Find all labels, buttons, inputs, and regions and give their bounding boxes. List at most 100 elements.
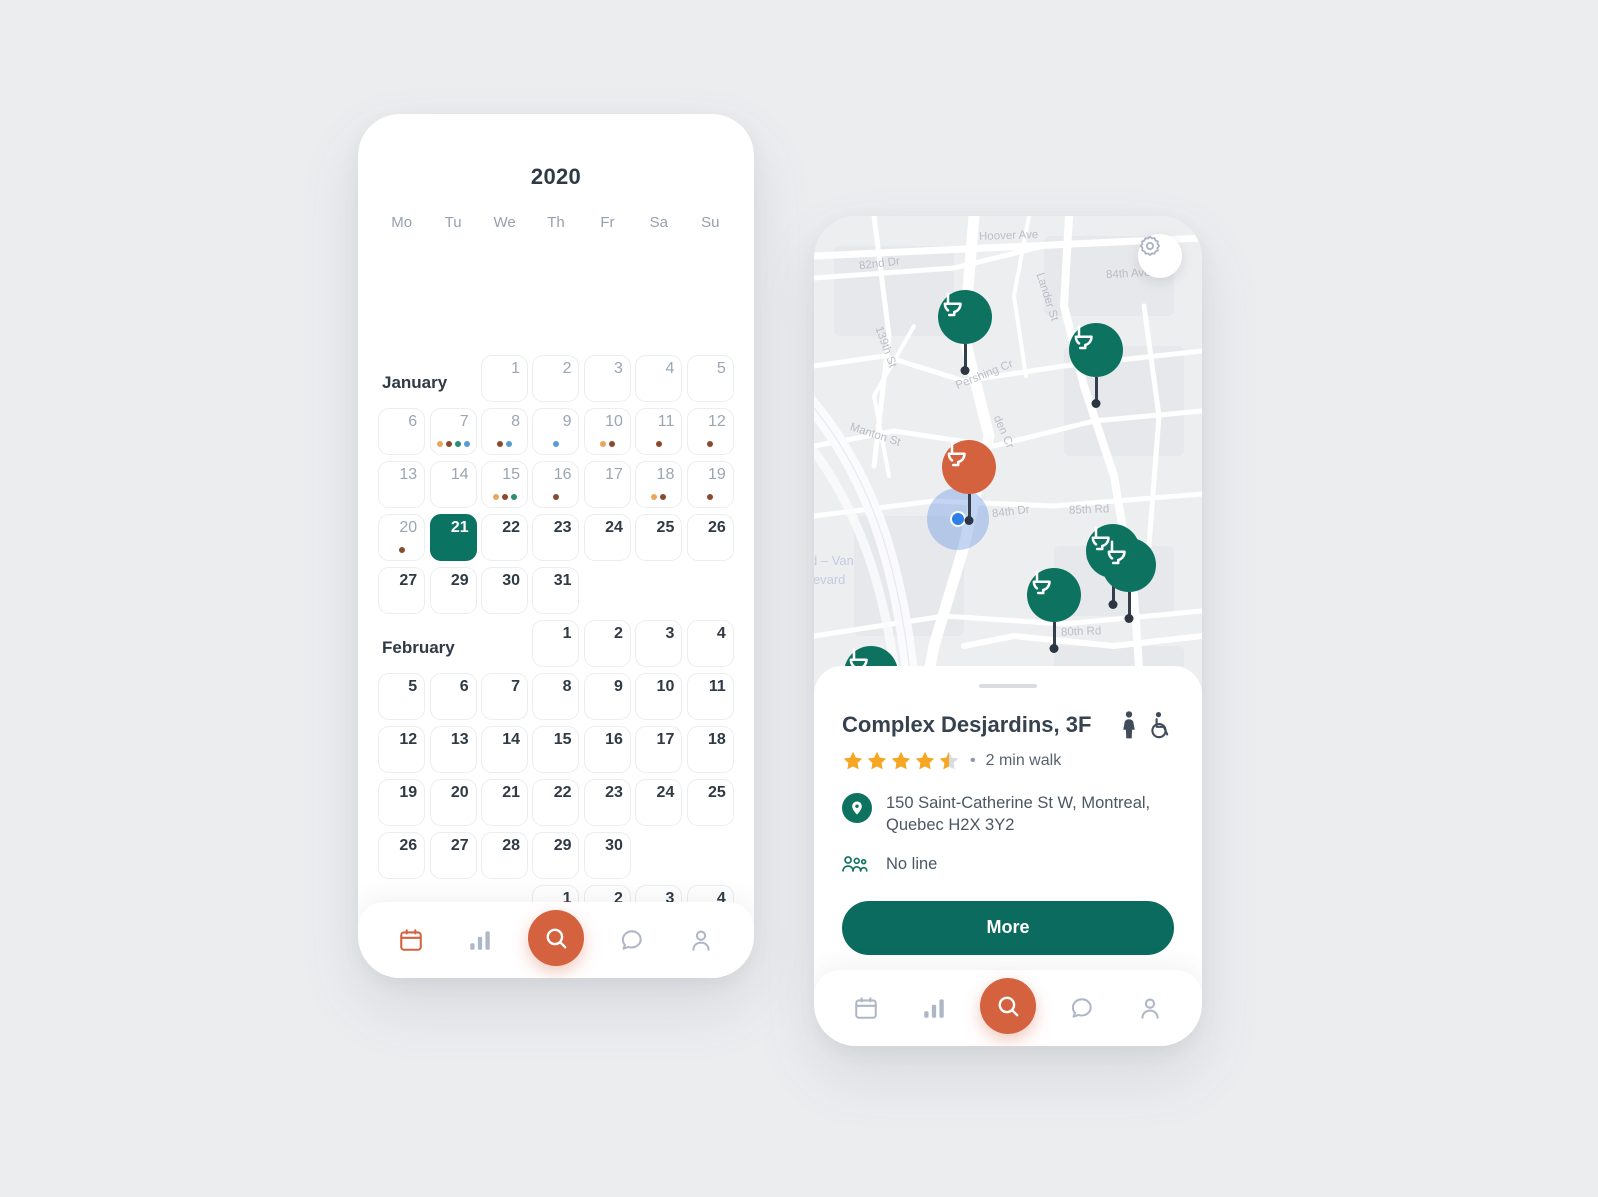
day-cell[interactable]: 6	[429, 673, 477, 720]
day-cell[interactable]: 22	[532, 779, 580, 826]
day-cell[interactable]: 21	[481, 779, 529, 826]
day-cell[interactable]: 2	[583, 620, 631, 667]
day-cell[interactable]: 23	[583, 779, 631, 826]
star-icon	[843, 751, 863, 770]
day-cell[interactable]: 3	[635, 620, 683, 667]
day-cell[interactable]: 13	[378, 461, 426, 508]
map-pin[interactable]	[1069, 323, 1123, 403]
star-icon	[891, 751, 911, 770]
day-cell[interactable]: 6	[378, 408, 426, 455]
day-cell[interactable]: 4	[635, 355, 683, 402]
day-cell-wrap: 8	[479, 405, 530, 458]
day-cell[interactable]: 1	[481, 355, 529, 402]
day-cell[interactable]: 26	[686, 514, 734, 561]
day-cell[interactable]: 14	[481, 726, 529, 773]
day-cell[interactable]: 22	[481, 514, 529, 561]
calendar-week-row: 6 7 8 9 10 11 12	[376, 405, 736, 458]
day-cell[interactable]: 5	[686, 355, 734, 402]
day-cell[interactable]: 16	[532, 461, 580, 508]
day-number: 17	[656, 731, 675, 748]
search-icon	[998, 996, 1019, 1017]
nav-profile[interactable]	[679, 918, 723, 962]
day-cell[interactable]: 24	[583, 514, 631, 561]
day-cell[interactable]: 10	[583, 408, 631, 455]
map-settings-button[interactable]	[1138, 234, 1182, 278]
day-cell[interactable]: 10	[635, 673, 683, 720]
day-cell[interactable]: 12	[686, 408, 734, 455]
nav-calendar[interactable]	[844, 986, 888, 1030]
calendar-week-row: 12 13 14 15 16 17 18	[376, 723, 736, 776]
day-cell[interactable]: 25	[635, 514, 683, 561]
day-cell[interactable]: 4	[686, 620, 734, 667]
day-cell[interactable]: 19	[378, 779, 426, 826]
nav-profile[interactable]	[1128, 986, 1172, 1030]
map-pin[interactable]	[938, 290, 992, 370]
calendar-scroll-area[interactable]: January 1 2 3 4 5 6 7 8 9 10 11 12 13 14 15 16 17 18 19 20 21…	[358, 352, 754, 978]
calendar-icon	[855, 997, 877, 1019]
day-cell[interactable]: 30	[481, 567, 529, 614]
people-group-icon	[842, 855, 868, 872]
nav-search[interactable]	[980, 978, 1036, 1034]
day-cell[interactable]: 13	[429, 726, 477, 773]
nav-calendar[interactable]	[389, 918, 433, 962]
nav-stats[interactable]	[912, 986, 956, 1030]
day-cell[interactable]: 27	[429, 832, 477, 879]
day-cell[interactable]: 18	[635, 461, 683, 508]
nav-messages[interactable]	[610, 918, 654, 962]
day-cell[interactable]: 5	[378, 673, 426, 720]
day-cell[interactable]: 11	[686, 673, 734, 720]
day-cell-wrap: 7	[479, 670, 530, 723]
day-cell[interactable]: 23	[532, 514, 580, 561]
day-number: 23	[553, 519, 572, 536]
nav-search[interactable]	[527, 910, 584, 966]
day-cell[interactable]: 7	[429, 408, 477, 455]
day-cell[interactable]: 27	[378, 567, 426, 614]
day-cell[interactable]: 14	[429, 461, 477, 508]
map-pin[interactable]	[1102, 538, 1156, 618]
day-cell[interactable]: 24	[635, 779, 683, 826]
day-cell-wrap: 1	[530, 617, 581, 670]
day-cell[interactable]: 26	[378, 832, 426, 879]
day-cell-wrap: 16	[530, 458, 581, 511]
nav-stats[interactable]	[458, 918, 502, 962]
day-cell[interactable]: 19	[686, 461, 734, 508]
day-cell[interactable]: 9	[532, 408, 580, 455]
day-cell[interactable]: 18	[686, 726, 734, 773]
day-cell[interactable]: 25	[686, 779, 734, 826]
day-cell[interactable]: 20	[429, 779, 477, 826]
day-cell[interactable]: 1	[532, 620, 580, 667]
day-cell[interactable]: 15	[481, 461, 529, 508]
day-cell[interactable]: 8	[481, 408, 529, 455]
day-cell[interactable]: 17	[635, 726, 683, 773]
day-cell[interactable]: 7	[481, 673, 529, 720]
map-pin-selected[interactable]	[942, 440, 996, 520]
day-cell[interactable]: 9	[583, 673, 631, 720]
nav-messages[interactable]	[1060, 986, 1104, 1030]
day-cell[interactable]: 15	[532, 726, 580, 773]
map-pin[interactable]	[1027, 568, 1081, 648]
day-cell[interactable]: 12	[378, 726, 426, 773]
card-drag-handle[interactable]	[979, 684, 1037, 688]
day-cell[interactable]: 29	[429, 567, 477, 614]
day-cell[interactable]: 17	[583, 461, 631, 508]
day-cell[interactable]: 2	[532, 355, 580, 402]
day-cell[interactable]: 3	[583, 355, 631, 402]
day-number: 7	[511, 678, 521, 695]
day-cell[interactable]: 16	[583, 726, 631, 773]
day-cell[interactable]: 28	[481, 832, 529, 879]
day-cell[interactable]: 8	[532, 673, 580, 720]
street-label: 85th Rd	[1068, 503, 1110, 517]
day-cell[interactable]: 29	[532, 832, 580, 879]
day-number: 26	[707, 519, 726, 536]
day-cell[interactable]: 30	[583, 832, 631, 879]
day-number: 3	[665, 625, 675, 642]
day-cell-wrap: 22	[479, 511, 530, 564]
day-cell[interactable]: 20	[378, 514, 426, 561]
day-number: 14	[450, 466, 469, 483]
day-cell-selected[interactable]: 21	[429, 514, 477, 561]
day-event-dots	[482, 441, 527, 447]
day-cell[interactable]: 31	[532, 567, 580, 614]
day-cell[interactable]: 11	[635, 408, 683, 455]
more-button[interactable]: More	[842, 900, 1174, 955]
day-event-dots	[533, 441, 578, 447]
